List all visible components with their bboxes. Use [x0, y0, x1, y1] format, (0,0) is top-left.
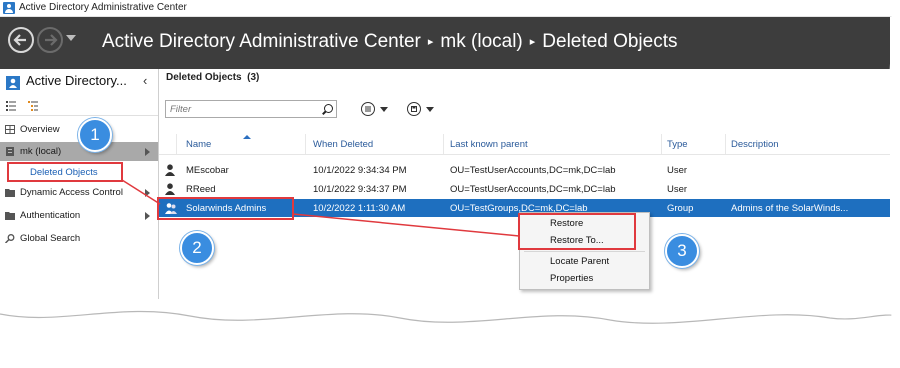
connector-line: [121, 179, 161, 205]
right-edge-decoration: [889, 0, 900, 368]
highlight-selected-row: [157, 197, 294, 220]
highlight-deleted-objects: [7, 162, 123, 182]
connector-line: [292, 213, 520, 237]
step-badge-1: 1: [78, 118, 112, 152]
step-badge-3: 3: [665, 234, 699, 268]
highlight-restore-options: [518, 213, 636, 250]
step-badge-2: 2: [180, 231, 214, 265]
torn-edge-decoration: [0, 310, 900, 368]
